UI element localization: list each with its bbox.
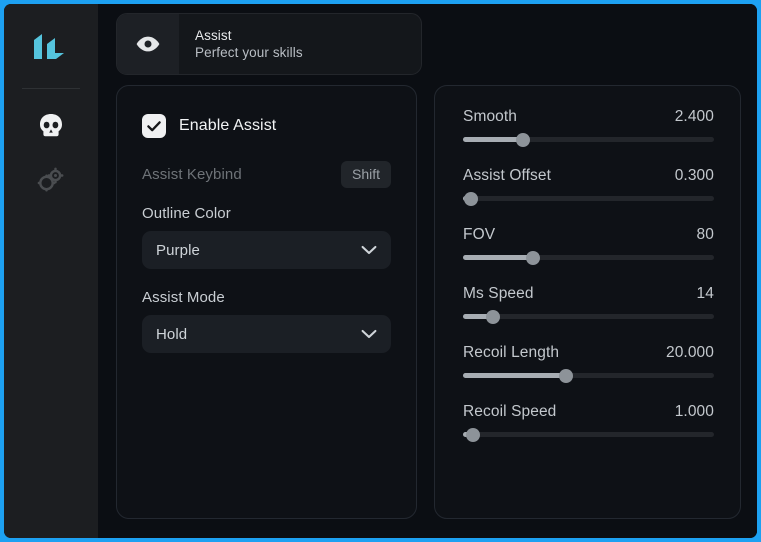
slider-ms-speed: Ms Speed 14 — [463, 285, 714, 324]
app-window-accent-frame: Assist Perfect your skills Enable Assist — [0, 0, 761, 542]
chevron-down-icon — [361, 329, 377, 339]
slider-fov: FOV 80 — [463, 226, 714, 265]
sidebar-divider — [22, 88, 80, 89]
slider-thumb[interactable] — [558, 368, 573, 383]
enable-assist-checkbox-row[interactable]: Enable Assist — [142, 114, 391, 138]
slider-value: 14 — [696, 285, 714, 302]
slider-assist-offset: Assist Offset 0.300 — [463, 167, 714, 206]
settings-panel-right: Smooth 2.400 Assist Offset 0.300 FOV 80 … — [434, 85, 741, 519]
slider-thumb[interactable] — [486, 309, 501, 324]
slider-label: Recoil Speed — [463, 403, 557, 420]
bars-logo-icon — [34, 34, 64, 59]
slider-recoil-length: Recoil Length 20.000 — [463, 344, 714, 383]
slider-track[interactable] — [463, 368, 714, 383]
slider-track[interactable] — [463, 250, 714, 265]
page-subtitle: Perfect your skills — [195, 45, 303, 60]
assist-mode-value: Hold — [156, 325, 188, 343]
skull-icon — [40, 114, 62, 137]
sidebar — [4, 4, 98, 538]
slider-value: 2.400 — [674, 108, 714, 125]
slider-label: Ms Speed — [463, 285, 534, 302]
outline-color-label: Outline Color — [142, 205, 231, 222]
enable-assist-label: Enable Assist — [179, 117, 277, 134]
slider-fill — [463, 255, 534, 260]
slider-header: Recoil Length 20.000 — [463, 344, 714, 362]
outline-color-value: Purple — [156, 241, 200, 259]
assist-keybind-row: Assist Keybind Shift — [142, 161, 391, 188]
slider-header: Assist Offset 0.300 — [463, 167, 714, 185]
slider-smooth: Smooth 2.400 — [463, 108, 714, 147]
slider-label: FOV — [463, 226, 496, 243]
slider-thumb[interactable] — [516, 132, 531, 147]
slider-value: 80 — [696, 226, 714, 243]
slider-header: Smooth 2.400 — [463, 108, 714, 126]
slider-value: 0.300 — [674, 167, 714, 184]
slider-header: FOV 80 — [463, 226, 714, 244]
check-icon — [147, 120, 161, 131]
page-header-card: Assist Perfect your skills — [116, 13, 422, 75]
panels-row: Enable Assist Assist Keybind Shift Outli… — [116, 85, 741, 524]
eye-icon — [136, 36, 160, 52]
app-window: Assist Perfect your skills Enable Assist — [4, 4, 757, 538]
slider-header: Ms Speed 14 — [463, 285, 714, 303]
page-title: Assist — [195, 28, 232, 43]
slider-fill — [463, 373, 566, 378]
slider-track[interactable] — [463, 191, 714, 206]
slider-label: Assist Offset — [463, 167, 552, 184]
sidebar-item-settings[interactable] — [23, 153, 79, 207]
slider-track[interactable] — [463, 309, 714, 324]
outline-color-select[interactable]: Purple — [142, 231, 391, 269]
header-text-block: Assist Perfect your skills — [179, 14, 421, 74]
assist-mode-select[interactable]: Hold — [142, 315, 391, 353]
header-icon-container — [117, 14, 179, 74]
settings-panel-left: Enable Assist Assist Keybind Shift Outli… — [116, 85, 417, 519]
slider-thumb[interactable] — [526, 250, 541, 265]
slider-thumb[interactable] — [466, 427, 481, 442]
app-logo — [23, 22, 79, 74]
slider-track[interactable] — [463, 427, 714, 442]
slider-recoil-speed: Recoil Speed 1.000 — [463, 403, 714, 442]
slider-label: Recoil Length — [463, 344, 560, 361]
slider-track[interactable] — [463, 132, 714, 147]
gears-icon — [37, 167, 64, 192]
slider-fill — [463, 137, 524, 142]
assist-keybind-label: Assist Keybind — [142, 166, 242, 183]
sidebar-item-skull[interactable] — [23, 99, 79, 153]
slider-thumb[interactable] — [463, 191, 478, 206]
enable-assist-checkbox[interactable] — [142, 114, 166, 138]
chevron-down-icon — [361, 245, 377, 255]
slider-value: 20.000 — [665, 344, 714, 361]
slider-label: Smooth — [463, 108, 518, 125]
slider-header: Recoil Speed 1.000 — [463, 403, 714, 421]
assist-mode-label: Assist Mode — [142, 289, 225, 306]
assist-keybind-value[interactable]: Shift — [340, 161, 391, 188]
main-content: Assist Perfect your skills Enable Assist — [98, 4, 757, 538]
slider-value: 1.000 — [674, 403, 714, 420]
